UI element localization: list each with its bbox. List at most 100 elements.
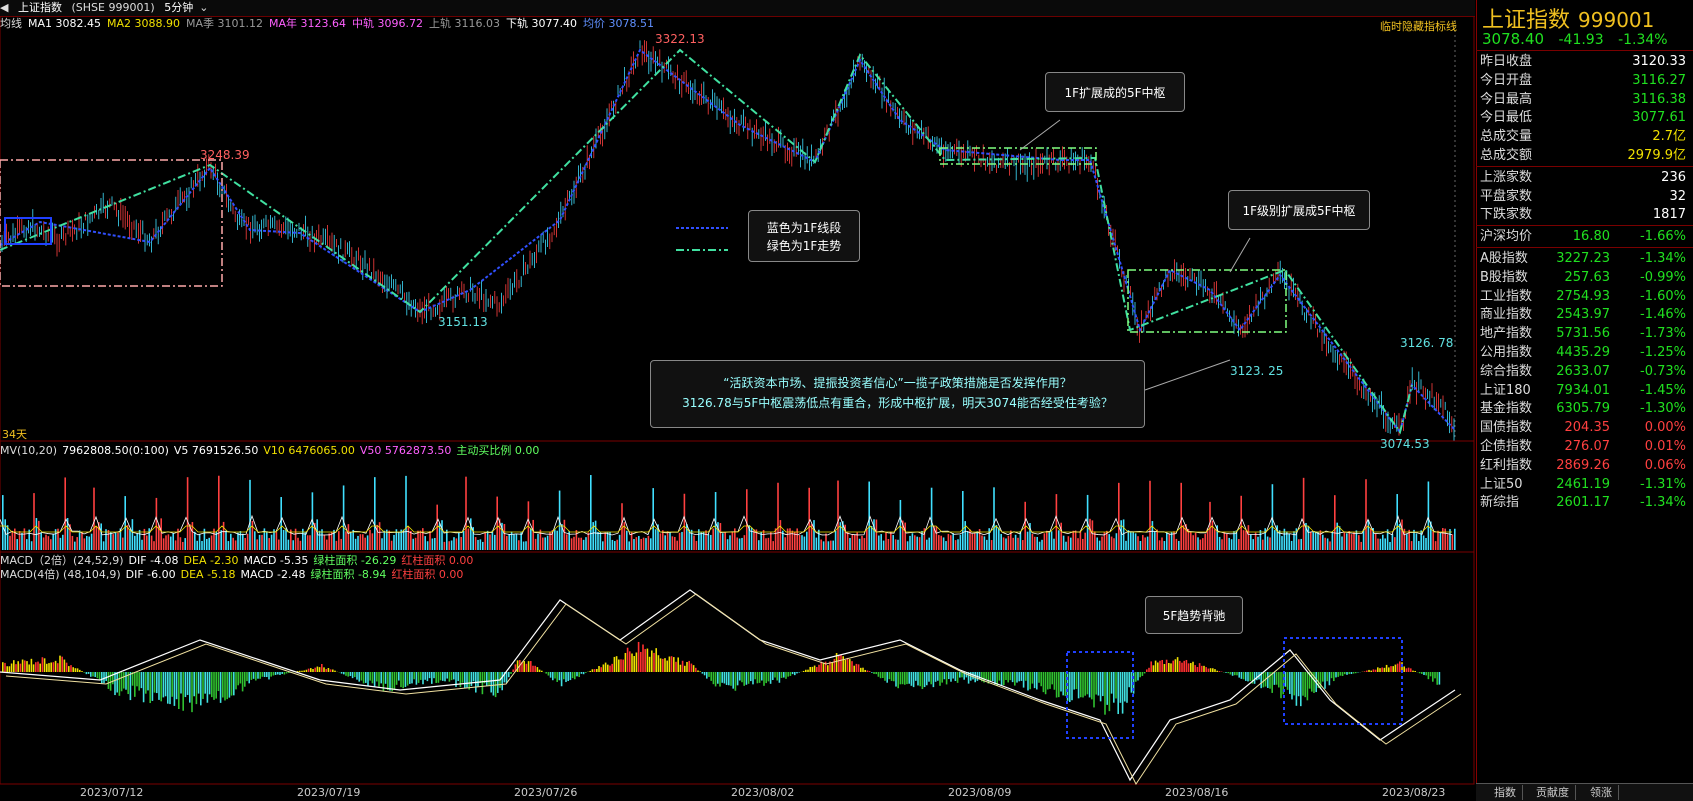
macd2-item-5: 红柱面积 0.00 xyxy=(391,568,463,581)
policy-text-2: 3126.78与5F中枢震荡低点有重合，形成中枢扩展，明天3074能否经受住考验… xyxy=(651,393,1144,413)
pink-zhongshu-box xyxy=(0,160,222,286)
ma-item-8: 均价 3078.51 xyxy=(583,17,654,30)
title-bar: ◀ 上证指数 (SHSE 999001) 5分钟⌄ xyxy=(0,0,1475,17)
stat-row[interactable]: 今日开盘3116.27 xyxy=(1480,71,1690,90)
quote-price: 3078.40 xyxy=(1482,30,1544,48)
stat-row[interactable]: 今日最高 3116.38 xyxy=(1480,90,1690,109)
count-row-value: 236 xyxy=(1661,168,1686,187)
index-row[interactable]: 国债指数 204.35 0.00% xyxy=(1480,418,1690,437)
macd2-item-4: 绿柱面积 -8.94 xyxy=(310,568,386,581)
x-label-0: 2023/07/12 xyxy=(80,786,143,799)
index-row-pct: -1.34% xyxy=(1640,249,1686,268)
stat-row-label: 总成交量 xyxy=(1480,127,1532,146)
index-row-value: 4435.29 xyxy=(1556,343,1610,362)
macd1-item-3: MACD -5.35 xyxy=(243,554,308,567)
ma-item-5: 中轨 3096.72 xyxy=(352,17,423,30)
volume-bars xyxy=(0,475,1456,550)
note-policy: “活跃资本市场、提振投资者信心”一揽子政策措施是否发挥作用？ 3126.78与5… xyxy=(650,360,1145,428)
chevron-down-icon[interactable]: ⌄ xyxy=(199,1,208,14)
index-row-value: 2543.97 xyxy=(1556,305,1610,324)
index-row[interactable]: A股指数3227.23-1.34% xyxy=(1480,249,1690,268)
index-row-label: 上证180 xyxy=(1480,381,1531,400)
index-row-pct: -1.46% xyxy=(1640,305,1686,324)
ma-item-1: MA1 3082.45 xyxy=(28,17,101,30)
index-row[interactable]: 商业指数 2543.97 -1.46% xyxy=(1480,305,1690,324)
index-row-value: 204.35 xyxy=(1565,418,1611,437)
index-row-pct: -1.34% xyxy=(1640,493,1686,512)
stat-row-label: 昨日收盘 xyxy=(1480,52,1532,71)
index-row-pct: -1.31% xyxy=(1640,475,1686,494)
price-label-3123: 3123. 25 xyxy=(1230,364,1283,378)
index-row-label: 商业指数 xyxy=(1480,305,1532,324)
index-row-label: A股指数 xyxy=(1480,249,1528,268)
index-row[interactable]: 地产指数5731.56-1.73% xyxy=(1480,324,1690,343)
count-row-label: 上涨家数 xyxy=(1480,168,1532,187)
note-legend: 蓝色为1F线段 绿色为1F走势 xyxy=(748,210,860,262)
index-row-label: 国债指数 xyxy=(1480,418,1532,437)
macd2-item-1: DIF -6.00 xyxy=(126,568,176,581)
index-row-pct: -0.73% xyxy=(1640,362,1686,381)
macd1-item-0: MACD（2倍）(24,52,9) xyxy=(0,554,124,567)
stat-row-label: 今日最高 xyxy=(1480,90,1532,109)
volume-item-1: 7962808.50(0:100) xyxy=(62,444,169,457)
macd1-item-5: 红柱面积 0.00 xyxy=(401,554,473,567)
price-label-3151: 3151.13 xyxy=(438,315,488,329)
index-row-value: 2601.17 xyxy=(1556,493,1610,512)
callout-pointer-3 xyxy=(1145,360,1230,390)
index-row-label: 基金指数 xyxy=(1480,399,1532,418)
back-icon[interactable]: ◀ xyxy=(0,1,8,14)
index-row[interactable]: 上证1807934.01-1.45% xyxy=(1480,381,1690,400)
index-row-value: 2633.07 xyxy=(1556,362,1610,381)
stat-row[interactable]: 昨日收盘 3120.33 xyxy=(1480,52,1690,71)
stat-row-value: 3116.38 xyxy=(1632,90,1686,109)
quote-change: -41.93 xyxy=(1558,32,1603,48)
stat-row[interactable]: 总成交量2.7亿 xyxy=(1480,127,1690,146)
index-row[interactable]: 综合指数2633.07-0.73% xyxy=(1480,362,1690,381)
index-row[interactable]: 公用指数4435.29-1.25% xyxy=(1480,343,1690,362)
hs-avg-row-value: 16.80 xyxy=(1573,227,1610,246)
index-row[interactable]: B股指数257.63-0.99% xyxy=(1480,268,1690,287)
tab-leading[interactable]: 领涨 xyxy=(1584,785,1619,800)
macd1-item-4: 绿柱面积 -26.29 xyxy=(313,554,396,567)
stat-row[interactable]: 今日最低3077.61 xyxy=(1480,108,1690,127)
price-label-high: 3322.13 xyxy=(655,32,705,46)
x-label-4: 2023/08/09 xyxy=(948,786,1011,799)
volume-item-3: V10 6476065.00 xyxy=(263,444,355,457)
index-row-pct: 0.00% xyxy=(1645,418,1686,437)
index-row-label: 地产指数 xyxy=(1480,324,1532,343)
volume-indicator-bar: MV(10,20)7962808.50(0:100)V5 7691526.50V… xyxy=(0,443,1475,458)
index-row[interactable]: 新综指2601.17-1.34% xyxy=(1480,493,1690,512)
index-row-pct: -1.45% xyxy=(1640,381,1686,400)
index-row-label: 企债指数 xyxy=(1480,437,1532,456)
legend-blue-text: 蓝色为1F线段 xyxy=(749,219,859,237)
count-row[interactable]: 上涨家数 236 xyxy=(1480,168,1690,187)
stat-row-label: 今日最低 xyxy=(1480,108,1532,127)
x-label-3: 2023/08/02 xyxy=(731,786,794,799)
count-row-label: 下跌家数 xyxy=(1480,205,1532,224)
count-row-value: 32 xyxy=(1669,187,1686,206)
index-row[interactable]: 红利指数2869.260.06% xyxy=(1480,456,1690,475)
index-code: (SHSE 999001) xyxy=(71,1,154,14)
index-row[interactable]: 工业指数2754.93-1.60% xyxy=(1480,287,1690,306)
macd-panel-border xyxy=(0,552,1474,784)
index-row[interactable]: 企债指数276.070.01% xyxy=(1480,437,1690,456)
tab-contribution[interactable]: 贡献度 xyxy=(1530,785,1576,800)
count-row[interactable]: 平盘家数32 xyxy=(1480,187,1690,206)
stat-row-value: 3120.33 xyxy=(1632,52,1686,71)
stat-row-value: 3116.27 xyxy=(1632,71,1686,90)
index-row[interactable]: 上证502461.19-1.31% xyxy=(1480,475,1690,494)
stat-row[interactable]: 总成交额2979.9亿 xyxy=(1480,146,1690,165)
index-row[interactable]: 基金指数6305.79-1.30% xyxy=(1480,399,1690,418)
hs-avg-row[interactable]: 沪深均价16.80-1.66% xyxy=(1480,227,1690,246)
count-row[interactable]: 下跌家数1817 xyxy=(1480,205,1690,224)
volume-item-2: V5 7691526.50 xyxy=(174,444,259,457)
ma-item-4: MA年 3123.64 xyxy=(269,17,346,30)
index-row-label: 工业指数 xyxy=(1480,287,1532,306)
index-row-value: 276.07 xyxy=(1565,437,1611,456)
volume-item-5: 主动买比例 0.00 xyxy=(456,444,539,457)
period-selector[interactable]: 5分钟 xyxy=(164,1,193,14)
tab-index[interactable]: 指数 xyxy=(1488,785,1523,800)
macd1-indicator-bar: MACD（2倍）(24,52,9)DIF -4.08DEA -2.30MACD … xyxy=(0,553,1475,568)
ma-item-6: 上轨 3116.03 xyxy=(429,17,500,30)
macd1-item-2: DEA -2.30 xyxy=(184,554,239,567)
